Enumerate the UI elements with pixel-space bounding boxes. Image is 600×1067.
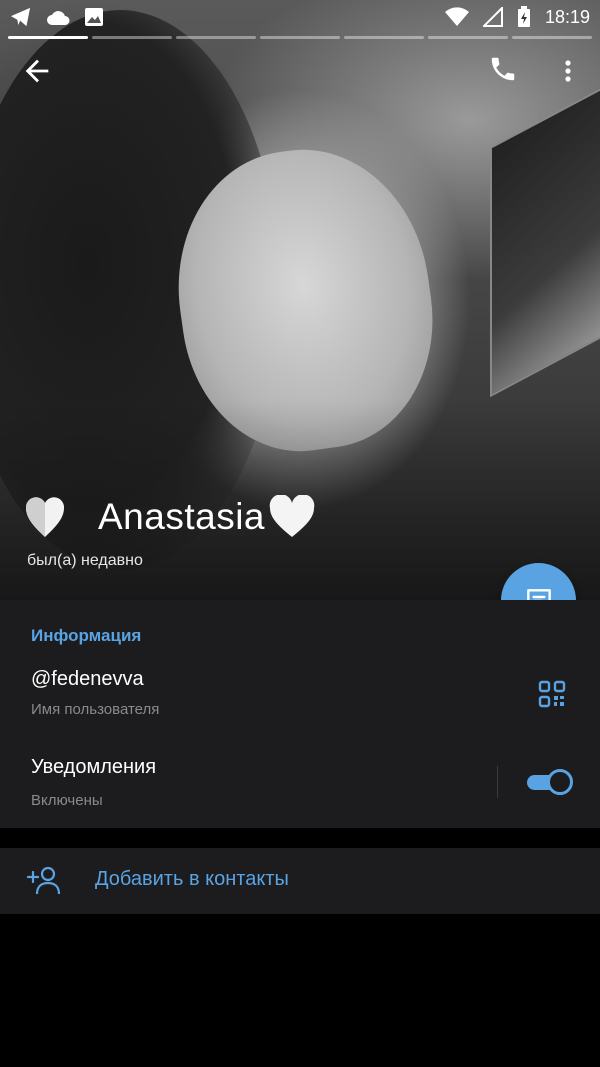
info-section: Информация @fedenevva Имя пользователя У… — [0, 600, 600, 828]
image-icon — [85, 8, 103, 26]
call-button[interactable] — [488, 54, 522, 88]
telegram-icon — [11, 7, 31, 27]
toggle-knob — [547, 769, 573, 795]
info-section-title: Информация — [31, 626, 142, 645]
add-person-icon — [27, 866, 61, 895]
back-button[interactable] — [20, 54, 54, 88]
cloud-icon — [47, 11, 70, 25]
profile-name: Anastasia — [98, 496, 265, 537]
notifications-title[interactable]: Уведомления — [31, 756, 156, 779]
qr-code-button[interactable] — [538, 680, 566, 708]
wifi-icon — [444, 7, 469, 27]
white-heart-emoji — [269, 495, 315, 537]
notifications-toggle[interactable] — [527, 769, 573, 795]
battery-charging-icon — [517, 6, 530, 27]
notifications-caption: Включены — [31, 792, 103, 809]
add-contact-label: Добавить в контакты — [95, 868, 289, 890]
photo-laptop-shape — [490, 72, 600, 398]
more-vert-icon — [565, 60, 571, 82]
add-contact-row[interactable]: Добавить в контакты — [0, 848, 600, 914]
story-segment — [512, 36, 592, 39]
story-segment — [176, 36, 256, 39]
story-segment — [8, 36, 88, 39]
arrow-left-icon — [25, 59, 49, 83]
action-bar — [0, 48, 600, 92]
story-segment — [428, 36, 508, 39]
story-segment — [344, 36, 424, 39]
story-progress — [8, 36, 592, 39]
profile-name-row: Anastasia — [26, 492, 315, 542]
last-seen-status: был(а) недавно — [27, 552, 143, 569]
divider — [497, 766, 498, 798]
username-caption: Имя пользователя — [31, 701, 160, 718]
signal-icon — [482, 7, 503, 27]
story-segment — [92, 36, 172, 39]
status-bar: 18:19 — [0, 0, 600, 34]
white-heart-emoji — [26, 497, 64, 537]
username-value[interactable]: @fedenevva — [31, 668, 144, 691]
story-segment — [260, 36, 340, 39]
phone-icon — [491, 57, 515, 81]
more-options-button[interactable] — [556, 54, 580, 88]
qr-code-icon — [538, 680, 566, 708]
clock: 18:19 — [544, 6, 590, 27]
